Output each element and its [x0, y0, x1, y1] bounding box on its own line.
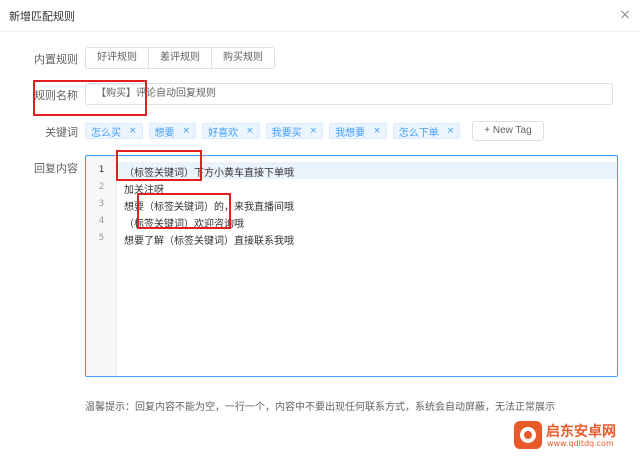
keyword-tag: 我要买 ×	[265, 123, 324, 139]
close-icon[interactable]: ×	[616, 6, 634, 24]
keyword-tag: 想要 ×	[148, 123, 197, 139]
builtin-purchase-button[interactable]: 购买规则	[212, 48, 274, 68]
rule-name-label: 规则名称	[34, 89, 78, 102]
close-icon[interactable]: ×	[246, 126, 254, 136]
keyword-tag: 我想要 ×	[329, 123, 387, 139]
line-number: 3	[98, 199, 105, 209]
keyword-tag-label: 我要买	[271, 127, 302, 139]
watermark-logo-icon	[514, 421, 542, 449]
keyword-tag-label: 怎么买	[91, 127, 121, 139]
keyword-tag-label: 想要	[154, 127, 175, 139]
reply-line[interactable]: 想要（标签关键词）的，来我直播间哦	[124, 198, 294, 213]
reply-line[interactable]: （标签关键词）下方小黄车直接下单哦	[124, 164, 294, 179]
reply-editor[interactable]: 1 2 3 4 5 （标签关键词）下方小黄车直接下单哦 加关注呀 想要（标签关键…	[85, 155, 618, 377]
close-icon[interactable]: ×	[183, 126, 191, 136]
line-number: 5	[98, 233, 105, 243]
reply-line[interactable]: （标签关键词）欢迎咨询哦	[124, 215, 244, 230]
reply-line[interactable]: 加关注呀	[124, 181, 164, 196]
line-number: 1	[98, 165, 105, 175]
hint-text: 温馨提示：回复内容不能为空，一行一个，内容中不要出现任何联系方式，系统会自动屏蔽…	[85, 402, 555, 413]
builtin-good-review-button[interactable]: 好评规则	[86, 48, 149, 68]
watermark: 启东安卓网 www.qdltdq.com	[514, 418, 634, 452]
reply-label: 回复内容	[34, 162, 78, 175]
new-tag-button[interactable]: + New Tag	[472, 121, 544, 141]
line-number: 2	[98, 182, 105, 192]
close-icon[interactable]: ×	[310, 126, 318, 136]
dialog-title: 新增匹配规则	[9, 10, 75, 23]
keyword-tag-label: 好喜欢	[208, 127, 239, 139]
dialog-header: 新增匹配规则 ×	[0, 0, 640, 32]
close-icon[interactable]: ×	[447, 126, 455, 136]
keyword-tag: 怎么买 ×	[85, 123, 143, 139]
rule-name-input[interactable]: 【购买】评论自动回复规则	[85, 83, 613, 105]
reply-line[interactable]: 想要了解（标签关键词）直接联系我哦	[124, 232, 294, 247]
builtin-rules-label: 内置规则	[34, 53, 78, 66]
watermark-url: www.qdltdq.com	[547, 439, 614, 448]
keyword-tags: 怎么买 × 想要 × 好喜欢 × 我要买 × 我想要 × 怎么下单 × + New Tag	[85, 120, 544, 142]
close-icon[interactable]: ×	[129, 126, 137, 136]
watermark-title: 启东安卓网	[546, 424, 616, 440]
keyword-tag: 怎么下单 ×	[392, 123, 461, 139]
builtin-rules-group: 好评规则 差评规则 购买规则	[85, 47, 275, 69]
keyword-tag-label: 怎么下单	[398, 127, 439, 139]
keyword-tag-label: 我想要	[335, 127, 366, 139]
builtin-bad-review-button[interactable]: 差评规则	[149, 48, 212, 68]
line-number: 4	[98, 216, 105, 226]
keyword-tag: 好喜欢 ×	[202, 123, 260, 139]
keywords-label: 关键词	[45, 126, 78, 139]
close-icon[interactable]: ×	[373, 126, 381, 136]
